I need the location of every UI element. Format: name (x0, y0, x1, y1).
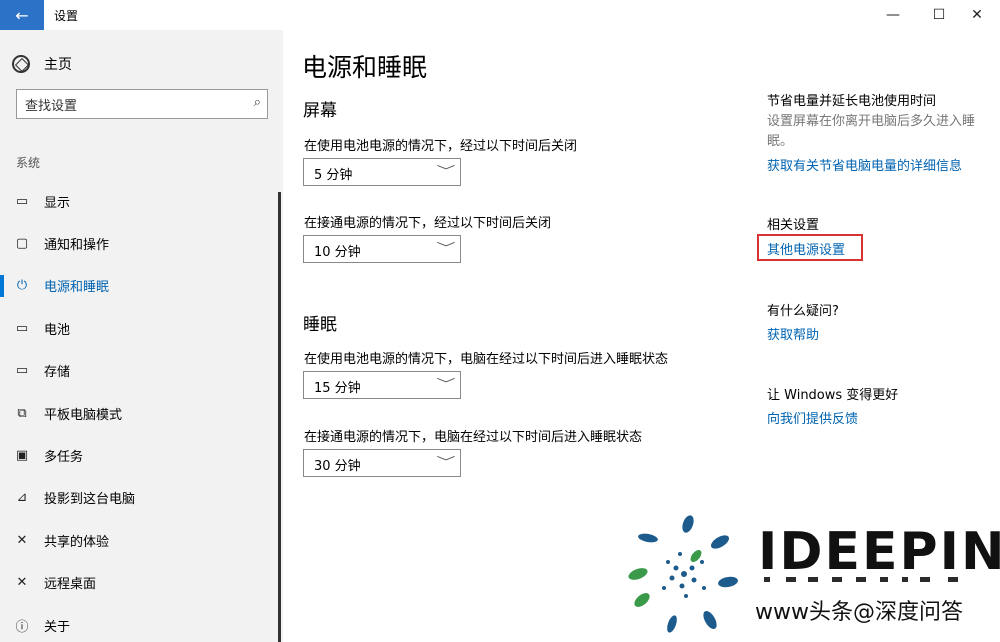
question-heading: 有什么疑问? (767, 304, 839, 319)
save-power-heading: 节省电量并延长电池使用时间 (767, 94, 937, 109)
sidebar-item-remote-desktop[interactable]: ✕ 远程桌面 (0, 562, 283, 604)
additional-power-settings-link[interactable]: 其他电源设置 (767, 239, 845, 258)
sleep-battery-dropdown[interactable]: 15 分钟 ﹀ (303, 371, 461, 399)
battery-icon: ▭ (15, 320, 29, 336)
minimize-button[interactable]: — (870, 0, 916, 30)
dropdown-value: 15 分钟 (314, 381, 361, 396)
sidebar-item-label: 投影到这台电脑 (44, 492, 136, 508)
sidebar-item-display[interactable]: ▭ 显示 (0, 180, 283, 222)
sidebar-scrollbar[interactable] (278, 192, 281, 642)
chevron-down-icon: ﹀ (436, 241, 456, 255)
sidebar-item-shared-experiences[interactable]: ✕ 共享的体验 (0, 519, 283, 561)
sidebar-item-label: 电源和睡眠 (44, 280, 110, 296)
shared-experiences-icon: ✕ (16, 532, 28, 548)
dropdown-value: 10 分钟 (314, 245, 361, 260)
screen-plugged-desc: 在接通电源的情况下，经过以下时间后关闭 (304, 216, 552, 231)
home-nav-item[interactable]: 主页 (12, 54, 72, 74)
sidebar-item-label: 共享的体验 (44, 534, 110, 550)
feedback-link[interactable]: 向我们提供反馈 (767, 408, 858, 427)
back-button[interactable]: ← (0, 0, 44, 30)
power-icon: ⏻ (16, 278, 28, 294)
screen-battery-dropdown[interactable]: 5 分钟 ﹀ (303, 158, 461, 186)
watermark-subtext: www头条@深度问答 (755, 600, 963, 625)
screen-plugged-dropdown[interactable]: 10 分钟 ﹀ (303, 235, 461, 263)
chevron-down-icon: ﹀ (436, 164, 456, 178)
watermark-dots-decoration (764, 577, 958, 582)
sidebar-item-label: 多任务 (44, 450, 84, 466)
save-power-text: 设置屏幕在你离开电脑后多久进入睡眠。 (767, 114, 976, 149)
sidebar-item-notifications[interactable]: ▢ 通知和操作 (0, 222, 283, 264)
storage-icon: ▭ (15, 363, 29, 379)
search-placeholder: 查找设置 (25, 99, 78, 114)
sidebar-item-label: 远程桌面 (44, 577, 97, 593)
watermark-brand: IDEEPIN (758, 522, 1000, 582)
sidebar-item-power-sleep[interactable]: ⏻ 电源和睡眠 (0, 265, 283, 307)
sidebar-item-label: 通知和操作 (44, 238, 110, 254)
about-icon: ⓘ (15, 619, 29, 635)
section-label: 系统 (16, 156, 41, 170)
save-power-link[interactable]: 获取有关节省电脑电量的详细信息 (767, 155, 962, 174)
chevron-down-icon: ﹀ (436, 377, 456, 391)
ideepin-logo-icon (628, 515, 738, 633)
chevron-down-icon: ﹀ (436, 455, 456, 469)
window-title: 设置 (54, 9, 79, 23)
back-arrow-icon: ← (15, 5, 29, 25)
minimize-icon: — (886, 7, 900, 23)
title-bar: ← 设置 — ☐ ✕ (0, 0, 1000, 30)
sleep-battery-desc: 在使用电池电源的情况下，电脑在经过以下时间后进入睡眠状态 (304, 352, 669, 367)
sleep-heading: 睡眠 (303, 315, 337, 335)
improve-windows-heading: 让 Windows 变得更好 (767, 388, 899, 403)
search-icon[interactable]: ⌕ (254, 95, 261, 110)
dropdown-value: 30 分钟 (314, 459, 361, 474)
dropdown-value: 5 分钟 (314, 168, 353, 183)
projecting-icon: ⊿ (16, 490, 28, 506)
sidebar-item-label: 电池 (44, 322, 71, 338)
home-gear-icon (12, 55, 30, 73)
display-icon: ▭ (15, 193, 29, 209)
page-title: 电源和睡眠 (302, 53, 428, 82)
sidebar-nav: ▭ 显示 ▢ 通知和操作 ⏻ 电源和睡眠 ▭ 电池 ▭ 存储 ⧉ 平板电脑模式 … (0, 180, 283, 642)
sidebar-item-label: 关于 (44, 619, 71, 635)
maximize-icon: ☐ (932, 7, 946, 23)
sidebar-item-tablet-mode[interactable]: ⧉ 平板电脑模式 (0, 392, 283, 434)
screen-battery-desc: 在使用电池电源的情况下，经过以下时间后关闭 (304, 139, 578, 154)
close-icon: ✕ (971, 7, 983, 23)
sleep-plugged-dropdown[interactable]: 30 分钟 ﹀ (303, 449, 461, 477)
sidebar-item-storage[interactable]: ▭ 存储 (0, 350, 283, 392)
search-input[interactable]: 查找设置 ⌕ (16, 89, 268, 119)
screen-heading: 屏幕 (303, 101, 337, 121)
sidebar-item-about[interactable]: ⓘ 关于 (0, 604, 283, 642)
home-label: 主页 (44, 57, 72, 73)
sidebar-item-label: 存储 (44, 365, 71, 381)
sidebar: 主页 查找设置 ⌕ 系统 ▭ 显示 ▢ 通知和操作 ⏻ 电源和睡眠 ▭ 电池 ▭… (0, 30, 283, 642)
related-settings-heading: 相关设置 (767, 218, 820, 233)
sidebar-item-label: 显示 (44, 195, 71, 211)
sidebar-item-battery[interactable]: ▭ 电池 (0, 307, 283, 349)
get-help-link[interactable]: 获取帮助 (767, 324, 819, 343)
sleep-plugged-desc: 在接通电源的情况下，电脑在经过以下时间后进入睡眠状态 (304, 430, 643, 445)
sidebar-item-label: 平板电脑模式 (44, 407, 123, 423)
tablet-mode-icon: ⧉ (17, 405, 27, 421)
sidebar-item-projecting[interactable]: ⊿ 投影到这台电脑 (0, 477, 283, 519)
multitasking-icon: ▣ (15, 448, 29, 464)
close-button[interactable]: ✕ (954, 0, 1000, 30)
notifications-icon: ▢ (15, 236, 29, 252)
sidebar-item-multitasking[interactable]: ▣ 多任务 (0, 434, 283, 476)
remote-desktop-icon: ✕ (16, 575, 28, 591)
